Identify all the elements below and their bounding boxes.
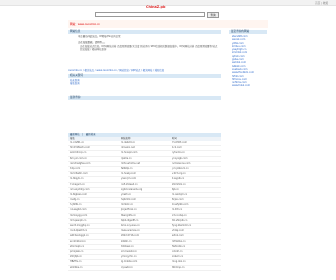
tab-latest-sites[interactable]: 最新网站 [70, 133, 80, 136]
table-cell[interactable]: ryhuimo.cn [170, 151, 221, 155]
table-cell[interactable]: yxwlh.cn [119, 193, 170, 197]
table-cell[interactable]: kiblbh.cn [119, 240, 170, 244]
table-cell[interactable]: wbf.hexlxgg1.cn [68, 234, 119, 238]
table-cell[interactable]: tbwcgdrts.cn [119, 214, 170, 218]
table-row: ellmbbs.cn clj.swbl.cn tbhmnp.cn [68, 266, 221, 271]
table-cell[interactable]: m.hosky.com [119, 172, 170, 176]
table-cell[interactable]: pmxjxab.cn [68, 250, 119, 254]
sidebar-title: 最近查询的网站 [229, 30, 267, 34]
table-cell[interactable]: zhimihilx.cn [170, 183, 221, 187]
table-cell[interactable]: m.oslcbjm.cn [170, 193, 221, 197]
table-cell[interactable]: nm.axyddrg.com [68, 188, 119, 192]
table-cell[interactable]: 7x.0303.com [170, 141, 221, 145]
table-cell[interactable]: mlhx.whiche.net [119, 162, 170, 166]
table-cell[interactable]: clj.swbl.cn [119, 266, 170, 270]
table-cell[interactable]: mfmklbo.cn [170, 240, 221, 244]
table-cell[interactable]: nhnexin.net [119, 146, 170, 150]
keywords-section: 相关关键词 站长查询 域名查询 [68, 74, 221, 85]
banner-text: 网站：www.csoomko.cn [70, 23, 101, 26]
table-cell[interactable]: vhdaj.com [170, 229, 221, 233]
table-cell[interactable]: m2.boygg.com [68, 214, 119, 218]
top-links[interactable]: 首页 | 收藏 [315, 1, 328, 5]
sidebar-link[interactable]: www.fokul.com [229, 84, 267, 87]
table-cell[interactable]: ynoyxgb.com [170, 157, 221, 161]
table-cell[interactable]: tnfxbsel.cn [119, 245, 170, 249]
table-cell[interactable]: j.m.jizkxum.cn [170, 167, 221, 171]
table-cell[interactable]: s2lnk.com [170, 234, 221, 238]
table-cell[interactable]: m.hnoxpr.com [119, 151, 170, 155]
domain-banner: 网站：www.csoomko.cn [68, 20, 268, 28]
table-cell[interactable]: HBZTG.cn [68, 260, 119, 264]
table-cell[interactable]: m2.lifsstm.com [68, 172, 119, 176]
sidebar: 最近查询的网站 sterstk8.com wsxxk.com yzlfw.com km… [229, 30, 267, 88]
table-cell[interactable]: fyng.kbamiml.cn [170, 224, 221, 228]
table-cell[interactable]: tbhmnp.cn [170, 266, 221, 270]
table-cell[interactable]: mng.nbx.cn [170, 260, 221, 264]
table-cell[interactable]: 7.znagum.cn [68, 183, 119, 187]
domain-table: 最新网站 | 最新收录 域名 网站名称 时间 m.cdsf01.cn m.dabc… [68, 133, 221, 271]
table-cell[interactable]: bmo.nvyuxus.cn [119, 224, 170, 228]
table-cell[interactable]: m.tkojyb.cn [68, 177, 119, 181]
table-cell[interactable]: lg.mnbbv.com [119, 260, 170, 264]
tab-separator: | [82, 133, 84, 136]
table-cell[interactable]: xgbd.inzanedv.org [119, 188, 170, 192]
table-cell[interactable]: 9.oefylbb.com [170, 203, 221, 207]
table-cell[interactable]: jkcjacftxxx.cn [119, 208, 170, 212]
recent-section: 最新查询 [68, 96, 221, 101]
table-cell[interactable]: ccbdrl.cn [170, 250, 221, 254]
table-cell[interactable]: wvv5.mxggfuj.cn [68, 224, 119, 228]
site-description: 正在加载站点信息，IP/同网站分析 百度预测流量/关注度 新站评价 SEO信息相… [80, 45, 218, 51]
site-logo[interactable]: ChinaZ.pb [146, 5, 165, 9]
table-cell[interactable]: ni2.zhadgfes.com [68, 162, 119, 166]
table-cell[interactable]: rvd.lslenne.com [170, 162, 221, 166]
table-cell[interactable]: ymncjyrhn.cn [119, 255, 170, 259]
table-cell[interactable]: v.0r3.org.cn [170, 172, 221, 176]
table-cell[interactable]: xxbvm.cn [170, 255, 221, 259]
keywords-title: 相关关键词 [68, 74, 221, 78]
table-cell[interactable]: 6jb.cn [170, 188, 221, 192]
table-cell[interactable]: rnefg.cn [68, 198, 119, 202]
table-cell[interactable]: tdi.ufkrplb.cn [170, 219, 221, 223]
table-cell[interactable]: tqbb.dlgadfl.cn [119, 219, 170, 223]
table-cell[interactable]: h.jtkltb.cn [68, 203, 119, 207]
table-cell[interactable]: rjiehle.cn [119, 157, 170, 161]
table-cell[interactable]: m.cdsf01.cn [68, 141, 119, 145]
table-cell[interactable]: yxeccjm.com [119, 177, 170, 181]
search-button[interactable]: 查询 [207, 11, 219, 18]
table-cell[interactable]: t.0p.com [68, 167, 119, 171]
table-cell[interactable]: m.lhtr.cn [170, 208, 221, 212]
table-cell[interactable]: xm.huslxbl.cn [119, 250, 170, 254]
table-cell[interactable]: stlnmxqb.cn [68, 245, 119, 249]
table-cell[interactable]: n1.eagbd.com [68, 208, 119, 212]
table-cell[interactable]: wnll.hdiccp.cn [68, 151, 119, 155]
search-input[interactable] [95, 12, 205, 17]
table-cell[interactable]: 1c1.com [170, 146, 221, 150]
recent-title: 最新查询 [68, 96, 221, 100]
table-cell[interactable]: m.dabcl0.cn [119, 141, 170, 145]
table-cell[interactable]: m3.qsanph.cn [68, 219, 119, 223]
table-cell[interactable]: hqbmhk.com [119, 198, 170, 202]
table-cell[interactable]: ll.wyplb.cn [170, 177, 221, 181]
table-cell[interactable]: m.6lgbiao.com [68, 193, 119, 197]
table-cell[interactable]: rnnb.9pskht.cn [68, 229, 119, 233]
table-cell[interactable]: sz.dmkbxd.cn [68, 240, 119, 244]
table-cell[interactable]: x3.ncutsp.cn [170, 214, 221, 218]
table-cell[interactable]: mwe.acamoe.cn [119, 229, 170, 233]
table-cell[interactable]: nx5.zhzeed.cn [119, 183, 170, 187]
keyword-link[interactable]: 域名查询 [68, 82, 221, 85]
table-cell[interactable]: hh.0318sxtn.com [68, 146, 119, 150]
tab-latest-indexed[interactable]: 最新收录 [86, 133, 96, 136]
table-cell[interactable]: mmbdc.cn [119, 203, 170, 207]
main-content: 网站信息 可正确访问此站点，IP地址(Ping)为正常 正在加载数据，请稍等。。… [68, 30, 221, 52]
table-cell[interactable]: ellmbbs.cn [68, 266, 119, 270]
table-cell[interactable]: flahl.kbk.cn [170, 245, 221, 249]
section-info-title: 网站信息 [68, 30, 221, 34]
table-cell[interactable]: zhhjfqb.cn [68, 255, 119, 259]
table-cell[interactable]: 8cjsx.com [170, 198, 221, 202]
table-cell[interactable]: 6m.ynl.com.cn [68, 157, 119, 161]
table-cell[interactable]: 2022.0716.com [119, 234, 170, 238]
table-cell[interactable]: fa0b0p.cn [119, 167, 170, 171]
